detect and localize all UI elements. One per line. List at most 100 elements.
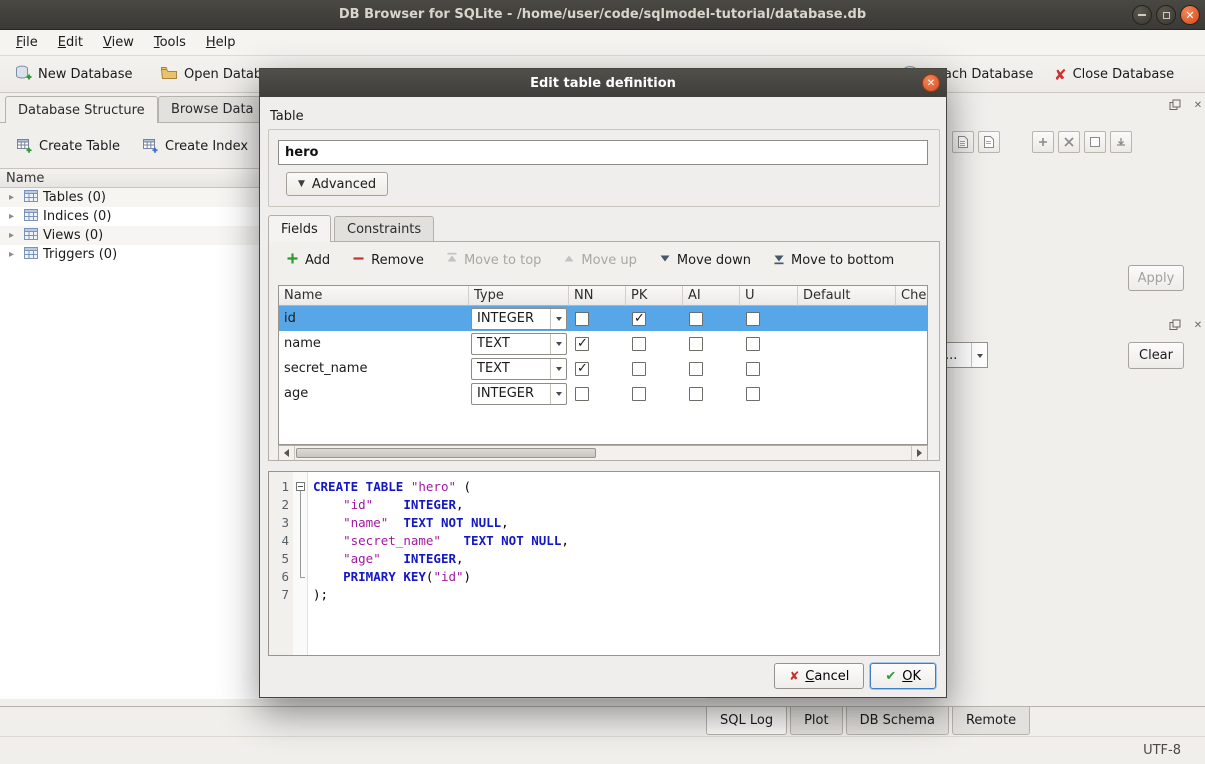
column-header-u[interactable]: U: [740, 286, 798, 306]
add-button[interactable]: Add: [277, 249, 339, 272]
menu-tools[interactable]: Tools: [144, 31, 196, 54]
ai-checkbox[interactable]: [689, 362, 703, 376]
check-cell[interactable]: [896, 306, 928, 331]
menu-edit[interactable]: Edit: [48, 31, 93, 54]
button-label: Add: [305, 253, 330, 268]
ai-checkbox[interactable]: [689, 312, 703, 326]
field-row-age[interactable]: age INTEGER: [279, 381, 927, 406]
u-checkbox[interactable]: [746, 312, 760, 326]
close-database-button[interactable]: ✘ Close Database: [1050, 61, 1178, 88]
sql-code[interactable]: CREATE TABLE "hero" ( "id" INTEGER, "nam…: [308, 472, 939, 655]
cell-toolbar-icon[interactable]: [1084, 131, 1106, 153]
column-header-nn[interactable]: NN: [569, 286, 626, 306]
ok-button[interactable]: ✔ OK: [870, 663, 936, 689]
cancel-button[interactable]: ✘ Cancel: [774, 663, 864, 689]
bottom-tab-db-schema[interactable]: DB Schema: [846, 707, 949, 735]
field-row-id[interactable]: id INTEGER: [279, 306, 927, 331]
column-header-default[interactable]: Default: [798, 286, 896, 306]
expand-arrow-icon[interactable]: ▸: [9, 192, 19, 203]
field-name-cell[interactable]: age: [279, 381, 469, 406]
column-header-name[interactable]: Name: [279, 286, 469, 306]
scroll-left-icon[interactable]: [279, 446, 295, 460]
cell-toolbar-icon[interactable]: [952, 131, 974, 153]
u-checkbox[interactable]: [746, 362, 760, 376]
dock-close-icon[interactable]: ✕: [1191, 98, 1205, 112]
dock-float-icon[interactable]: [1168, 318, 1182, 332]
dock-close-icon[interactable]: ✕: [1191, 318, 1205, 332]
table-icon: [24, 190, 38, 206]
check-cell[interactable]: [896, 356, 928, 381]
menu-file[interactable]: File: [6, 31, 48, 54]
cell-toolbar-icon[interactable]: [1110, 131, 1132, 153]
expand-arrow-icon[interactable]: ▸: [9, 249, 19, 260]
expand-arrow-icon[interactable]: ▸: [9, 211, 19, 222]
expand-arrow-icon[interactable]: ▸: [9, 230, 19, 241]
advanced-toggle-button[interactable]: ▼ Advanced: [286, 172, 388, 196]
scrollbar-handle[interactable]: [296, 448, 596, 458]
cell-toolbar-icon[interactable]: [978, 131, 1000, 153]
encoding-indicator[interactable]: UTF-8: [1143, 743, 1181, 758]
column-header-ai[interactable]: AI: [683, 286, 740, 306]
bottom-tab-plot[interactable]: Plot: [790, 707, 843, 735]
ai-checkbox[interactable]: [689, 387, 703, 401]
u-checkbox[interactable]: [746, 337, 760, 351]
column-header-type[interactable]: Type: [469, 286, 569, 306]
remove-button[interactable]: Remove: [343, 249, 433, 272]
nn-checkbox[interactable]: [575, 362, 589, 376]
tab-browse-data[interactable]: Browse Data: [158, 96, 267, 122]
tab-database-structure[interactable]: Database Structure: [5, 96, 158, 123]
cell-toolbar-icon[interactable]: [1032, 131, 1054, 153]
field-name-cell[interactable]: id: [279, 306, 469, 331]
dialog-close-icon[interactable]: ✕: [922, 74, 940, 92]
cell-toolbar-icon[interactable]: [1058, 131, 1080, 153]
menu-help[interactable]: Help: [196, 31, 246, 54]
new-database-button[interactable]: New Database: [10, 61, 137, 88]
check-cell[interactable]: [896, 381, 928, 406]
pk-checkbox[interactable]: [632, 312, 646, 326]
move-down-button[interactable]: Move down: [650, 249, 760, 272]
sql-line: "id" INTEGER,: [313, 496, 939, 514]
column-header-pk[interactable]: PK: [626, 286, 683, 306]
field-row-name[interactable]: name TEXT: [279, 331, 927, 356]
minimize-icon[interactable]: [1132, 5, 1152, 25]
default-cell[interactable]: [798, 331, 896, 356]
default-cell[interactable]: [798, 356, 896, 381]
check-cell[interactable]: [896, 331, 928, 356]
pk-checkbox[interactable]: [632, 362, 646, 376]
column-header-check[interactable]: Check: [896, 286, 928, 306]
window-titlebar[interactable]: DB Browser for SQLite - /home/user/code/…: [0, 0, 1205, 30]
fold-minus-icon[interactable]: [296, 482, 305, 491]
default-cell[interactable]: [798, 306, 896, 331]
field-row-secret-name[interactable]: secret_name TEXT: [279, 356, 927, 381]
field-name-cell[interactable]: name: [279, 331, 469, 356]
menu-view[interactable]: View: [93, 31, 144, 54]
field-name-cell[interactable]: secret_name: [279, 356, 469, 381]
default-cell[interactable]: [798, 381, 896, 406]
type-combo[interactable]: TEXT: [471, 333, 567, 355]
type-combo[interactable]: INTEGER: [471, 308, 567, 330]
create-index-button[interactable]: Create Index: [134, 133, 256, 160]
close-icon[interactable]: ✕: [1180, 5, 1200, 25]
u-checkbox[interactable]: [746, 387, 760, 401]
nn-checkbox[interactable]: [575, 387, 589, 401]
scroll-right-icon[interactable]: [911, 446, 927, 460]
nn-checkbox[interactable]: [575, 337, 589, 351]
dialog-titlebar[interactable]: Edit table definition ✕: [260, 69, 946, 97]
ai-checkbox[interactable]: [689, 337, 703, 351]
bottom-tab-sql-log[interactable]: SQL Log: [706, 707, 787, 735]
nn-checkbox[interactable]: [575, 312, 589, 326]
tab-constraints[interactable]: Constraints: [334, 216, 434, 242]
table-name-input[interactable]: [278, 140, 928, 165]
maximize-icon[interactable]: [1156, 5, 1176, 25]
grid-horizontal-scrollbar[interactable]: [278, 445, 928, 461]
type-combo[interactable]: TEXT: [471, 358, 567, 380]
pk-checkbox[interactable]: [632, 337, 646, 351]
clear-button[interactable]: Clear: [1128, 342, 1184, 369]
dock-float-icon[interactable]: [1168, 98, 1182, 112]
move-to-bottom-button[interactable]: Move to bottom: [764, 249, 903, 272]
bottom-tab-remote[interactable]: Remote: [952, 707, 1030, 735]
create-table-button[interactable]: Create Table: [8, 133, 128, 160]
type-combo[interactable]: INTEGER: [471, 383, 567, 405]
tab-fields[interactable]: Fields: [268, 215, 331, 242]
pk-checkbox[interactable]: [632, 387, 646, 401]
